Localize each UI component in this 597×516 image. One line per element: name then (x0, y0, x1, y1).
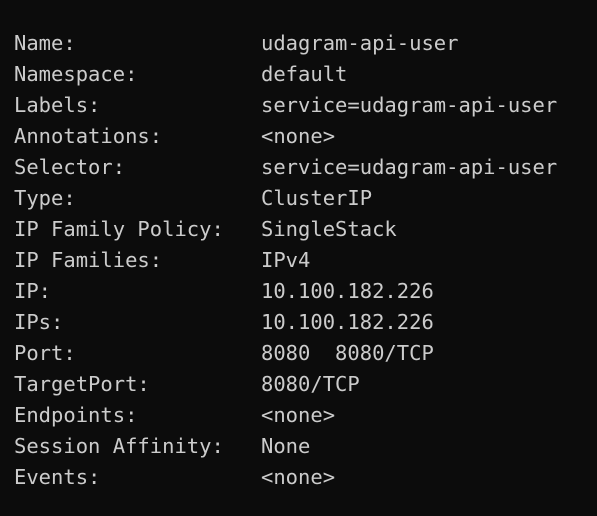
field-key: Type: (14, 186, 76, 210)
output-line-port: Port: 8080 8080/TCP (14, 338, 597, 369)
field-key: IP: (14, 279, 52, 303)
field-value: service=udagram-api-user (261, 93, 558, 117)
field-value: <none> (261, 403, 336, 427)
output-line-name: Name: udagram-api-user (14, 28, 597, 59)
output-line-ips: IPs: 10.100.182.226 (14, 307, 597, 338)
field-value: ClusterIP (261, 186, 373, 210)
output-line-annotations: Annotations: <none> (14, 121, 597, 152)
field-value: SingleStack (261, 217, 397, 241)
field-value: IPv4 (261, 248, 311, 272)
field-key: IPs: (14, 310, 64, 334)
field-key: IP Family Policy: (14, 217, 224, 241)
output-line-session-affinity: Session Affinity: None (14, 431, 597, 462)
output-line-namespace: Namespace: default (14, 59, 597, 90)
field-key: Namespace: (14, 62, 138, 86)
field-key: Annotations: (14, 124, 163, 148)
field-key: TargetPort: (14, 372, 150, 396)
field-key: Name: (14, 31, 76, 55)
output-line-events: Events: <none> (14, 462, 597, 493)
field-value: <none> (261, 465, 336, 489)
field-value: service=udagram-api-user (261, 155, 558, 179)
field-value: 10.100.182.226 (261, 279, 434, 303)
output-line-selector: Selector: service=udagram-api-user (14, 152, 597, 183)
field-key: Events: (14, 465, 101, 489)
field-key: Port: (14, 341, 76, 365)
field-value: 10.100.182.226 (261, 310, 434, 334)
output-line-labels: Labels: service=udagram-api-user (14, 90, 597, 121)
output-line-ip-families: IP Families: IPv4 (14, 245, 597, 276)
field-value: None (261, 434, 311, 458)
field-key: IP Families: (14, 248, 163, 272)
field-key: Endpoints: (14, 403, 138, 427)
field-value: 8080/TCP (261, 372, 360, 396)
output-line-endpoints: Endpoints: <none> (14, 400, 597, 431)
field-value: 8080 8080/TCP (261, 341, 434, 365)
field-key: Session Affinity: (14, 434, 224, 458)
output-line-target-port: TargetPort: 8080/TCP (14, 369, 597, 400)
field-value: udagram-api-user (261, 31, 459, 55)
output-line-ip: IP: 10.100.182.226 (14, 276, 597, 307)
output-line-ip-family-policy: IP Family Policy: SingleStack (14, 214, 597, 245)
terminal-output: Name: udagram-api-user Namespace: defaul… (0, 0, 597, 516)
field-value: <none> (261, 124, 336, 148)
field-key: Selector: (14, 155, 126, 179)
output-line-type: Type: ClusterIP (14, 183, 597, 214)
field-key: Labels: (14, 93, 101, 117)
field-value: default (261, 62, 348, 86)
